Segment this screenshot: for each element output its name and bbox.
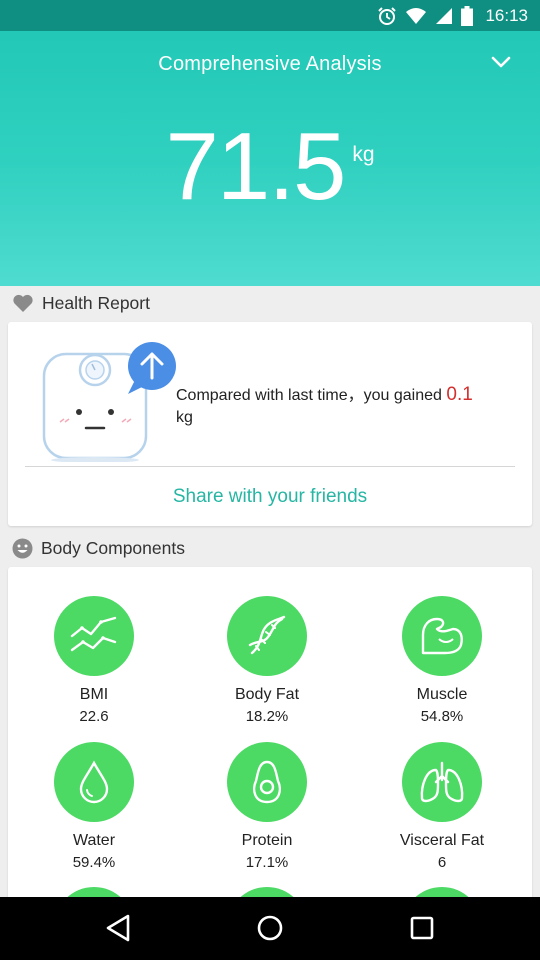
health-report-header: Health Report — [12, 289, 150, 317]
body-components-header: Body Components — [12, 534, 185, 562]
scale-mascot-icon — [42, 342, 176, 462]
status-bar: 16:13 — [0, 0, 540, 31]
weight-display: 71.5 kg — [0, 119, 540, 215]
report-message: Compared with last time，you gained 0.1 k… — [176, 384, 516, 429]
component-label: Water — [72, 832, 116, 849]
component-value: 54.8% — [420, 708, 464, 725]
smiley-icon — [12, 538, 33, 558]
component-water[interactable]: Water 59.4% — [24, 742, 164, 871]
weight-value: 71.5 — [165, 113, 346, 220]
health-report-title: Health Report — [42, 292, 150, 313]
health-report-card: Compared with last time，you gained 0.1 k… — [8, 322, 532, 526]
component-label: Body Fat — [234, 686, 300, 703]
avocado-icon — [253, 760, 281, 804]
component-protein[interactable]: Protein 17.1% — [197, 742, 337, 871]
chevron-down-icon[interactable] — [490, 55, 512, 69]
component-label: BMI — [79, 686, 109, 703]
back-icon[interactable] — [104, 913, 132, 943]
recents-icon[interactable] — [408, 913, 436, 943]
component-visceral-fat[interactable]: Visceral Fat 6 — [372, 742, 512, 871]
navigation-bar — [0, 897, 540, 960]
component-label: Visceral Fat — [399, 832, 485, 849]
heart-icon — [13, 294, 33, 312]
bmi-badge — [54, 596, 134, 676]
signal-icon — [436, 8, 453, 24]
component-value: 22.6 — [79, 708, 109, 725]
divider — [25, 466, 515, 467]
body-components-card: BMI 22.6 Body Fat 18.2% Muscle 54.8% Wat… — [8, 567, 532, 907]
weight-unit: kg — [352, 143, 375, 166]
share-button[interactable]: Share with your friends — [8, 486, 532, 508]
body-fat-badge — [227, 596, 307, 676]
status-icons: 16:13 — [377, 5, 528, 27]
component-muscle[interactable]: Muscle 54.8% — [372, 596, 512, 725]
lungs-icon — [420, 761, 464, 803]
trend-chart-icon — [70, 616, 117, 652]
gain-unit: kg — [176, 409, 193, 426]
component-value: 59.4% — [72, 854, 116, 871]
component-value: 18.2% — [245, 708, 289, 725]
battery-icon — [461, 6, 474, 26]
muscle-badge — [402, 596, 482, 676]
wifi-icon — [406, 8, 427, 24]
hero-panel: Comprehensive Analysis 71.5 kg — [0, 31, 540, 286]
status-time: 16:13 — [485, 6, 528, 25]
component-label: Muscle — [416, 686, 468, 703]
protein-badge — [227, 742, 307, 822]
dna-icon — [248, 615, 286, 655]
component-value: 6 — [437, 854, 447, 871]
gain-value: 0.1 — [446, 384, 473, 405]
report-message-text: Compared with last time，you gained — [176, 387, 442, 404]
component-body-fat[interactable]: Body Fat 18.2% — [197, 596, 337, 725]
hero-title: Comprehensive Analysis — [158, 53, 382, 75]
water-badge — [54, 742, 134, 822]
muscle-arm-icon — [421, 617, 463, 655]
body-components-title: Body Components — [41, 537, 185, 558]
component-bmi[interactable]: BMI 22.6 — [24, 596, 164, 725]
water-drop-icon — [79, 760, 109, 804]
alarm-icon — [378, 7, 397, 25]
component-value: 17.1% — [245, 854, 289, 871]
visceral-fat-badge — [402, 742, 482, 822]
home-icon[interactable] — [256, 913, 284, 943]
component-label: Protein — [241, 832, 293, 849]
